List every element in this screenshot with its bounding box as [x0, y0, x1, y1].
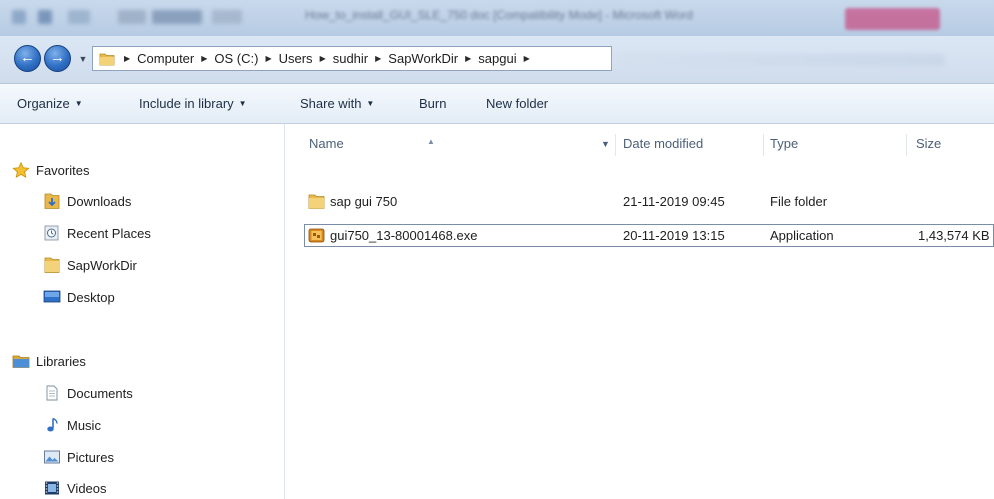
- column-header-type[interactable]: Type: [770, 124, 798, 164]
- breadcrumb-os-c[interactable]: OS (C:): [211, 51, 261, 66]
- window-title: How_to_install_GUI_SLE_750 doc [Compatib…: [305, 8, 693, 22]
- breadcrumb-sapworkdir[interactable]: SapWorkDir: [385, 51, 461, 66]
- file-row-sap-gui-750[interactable]: sap gui 750 21-11-2019 09:45 File folder: [304, 191, 994, 214]
- address-bar[interactable]: ▶ Computer ▶ OS (C:) ▶ Users ▶ sudhir ▶ …: [92, 46, 612, 71]
- address-row: ← → ▼ ▶ Computer ▶ OS (C:) ▶ Users ▶ sud…: [0, 36, 994, 84]
- nav-item-label: Videos: [67, 480, 107, 496]
- nav-item-label: Downloads: [67, 193, 132, 209]
- chevron-down-icon: ▼: [74, 99, 83, 108]
- column-header-size[interactable]: Size: [916, 124, 941, 164]
- new-folder-button[interactable]: New folder: [486, 96, 548, 111]
- recent-places-icon: [44, 225, 59, 241]
- videos-icon: [45, 481, 59, 495]
- file-type: File folder: [770, 194, 828, 209]
- share-with-button[interactable]: Share with ▼: [300, 96, 374, 111]
- downloads-folder-icon: [44, 193, 60, 209]
- file-name: gui750_13-80001468.exe: [330, 228, 478, 243]
- breadcrumb-computer[interactable]: Computer: [134, 51, 197, 66]
- pictures-icon: [44, 450, 60, 464]
- column-header-name[interactable]: Name: [309, 124, 344, 164]
- breadcrumb-users[interactable]: Users: [276, 51, 316, 66]
- folder-icon: [44, 257, 60, 273]
- nav-item-label: Desktop: [67, 289, 115, 305]
- breadcrumb-sapgui[interactable]: sapgui: [475, 51, 519, 66]
- burn-button[interactable]: Burn: [419, 96, 446, 111]
- nav-item-label: SapWorkDir: [67, 257, 137, 273]
- back-arrow-icon: ←: [20, 49, 35, 66]
- nav-favorites-label: Favorites: [36, 162, 90, 178]
- nav-item-label: Recent Places: [67, 225, 151, 241]
- nav-libraries-label: Libraries: [36, 353, 86, 369]
- background-window-ribbon: [615, 54, 945, 66]
- file-date: 20-11-2019 13:15: [623, 228, 725, 243]
- breadcrumb-sudhir[interactable]: sudhir: [330, 51, 371, 66]
- star-icon: [12, 162, 30, 178]
- file-size: 1,43,574 KB: [918, 228, 990, 243]
- navigation-pane: Favorites Downloads Recent Places SapWor…: [0, 124, 285, 499]
- nav-item-downloads[interactable]: Downloads: [43, 190, 131, 212]
- file-list-pane: Name ▲ ▼ Date modified Type Size sap gui…: [285, 124, 994, 499]
- nav-item-videos[interactable]: Videos: [43, 477, 107, 499]
- back-button[interactable]: ←: [14, 45, 41, 72]
- file-name: sap gui 750: [330, 194, 398, 209]
- nav-item-desktop[interactable]: Desktop: [43, 286, 115, 308]
- app-tab[interactable]: [845, 8, 940, 30]
- organize-button[interactable]: Organize ▼: [17, 96, 83, 111]
- file-row-gui750-exe[interactable]: gui750_13-80001468.exe 20-11-2019 13:15 …: [304, 224, 994, 247]
- forward-arrow-icon: →: [50, 49, 65, 66]
- folder-icon: [308, 194, 325, 209]
- nav-favorites[interactable]: Favorites: [12, 159, 89, 181]
- recent-pages-dropdown[interactable]: ▼: [78, 54, 88, 64]
- nav-item-sapworkdir[interactable]: SapWorkDir: [43, 254, 137, 276]
- desktop-icon: [43, 290, 61, 303]
- chevron-down-icon: ▼: [366, 99, 375, 108]
- file-date: 21-11-2019 09:45: [623, 194, 725, 209]
- sort-ascending-icon: ▲: [427, 137, 435, 146]
- nav-item-label: Pictures: [67, 449, 114, 465]
- column-filter-dropdown[interactable]: ▼: [601, 139, 610, 149]
- folder-icon: [99, 53, 115, 65]
- include-in-library-button[interactable]: Include in library ▼: [139, 96, 247, 111]
- nav-item-documents[interactable]: Documents: [43, 382, 133, 404]
- nav-item-label: Music: [67, 417, 101, 433]
- music-note-icon: [47, 417, 58, 432]
- command-toolbar: Organize ▼ Include in library ▼ Share with…: [0, 84, 994, 124]
- column-header-date-modified[interactable]: Date modified: [623, 124, 703, 164]
- document-icon: [46, 385, 58, 401]
- libraries-icon: [12, 355, 30, 368]
- installer-icon: [308, 228, 325, 243]
- file-size: [918, 191, 994, 212]
- nav-libraries[interactable]: Libraries: [12, 350, 86, 372]
- forward-button[interactable]: →: [44, 45, 71, 72]
- nav-item-music[interactable]: Music: [43, 414, 101, 436]
- nav-item-label: Documents: [67, 385, 133, 401]
- nav-item-recent-places[interactable]: Recent Places: [43, 222, 151, 244]
- nav-item-pictures[interactable]: Pictures: [43, 446, 114, 468]
- file-type: Application: [770, 228, 834, 243]
- window-titlebar: How_to_install_GUI_SLE_750 doc [Compatib…: [0, 0, 994, 36]
- chevron-down-icon: ▼: [238, 99, 247, 108]
